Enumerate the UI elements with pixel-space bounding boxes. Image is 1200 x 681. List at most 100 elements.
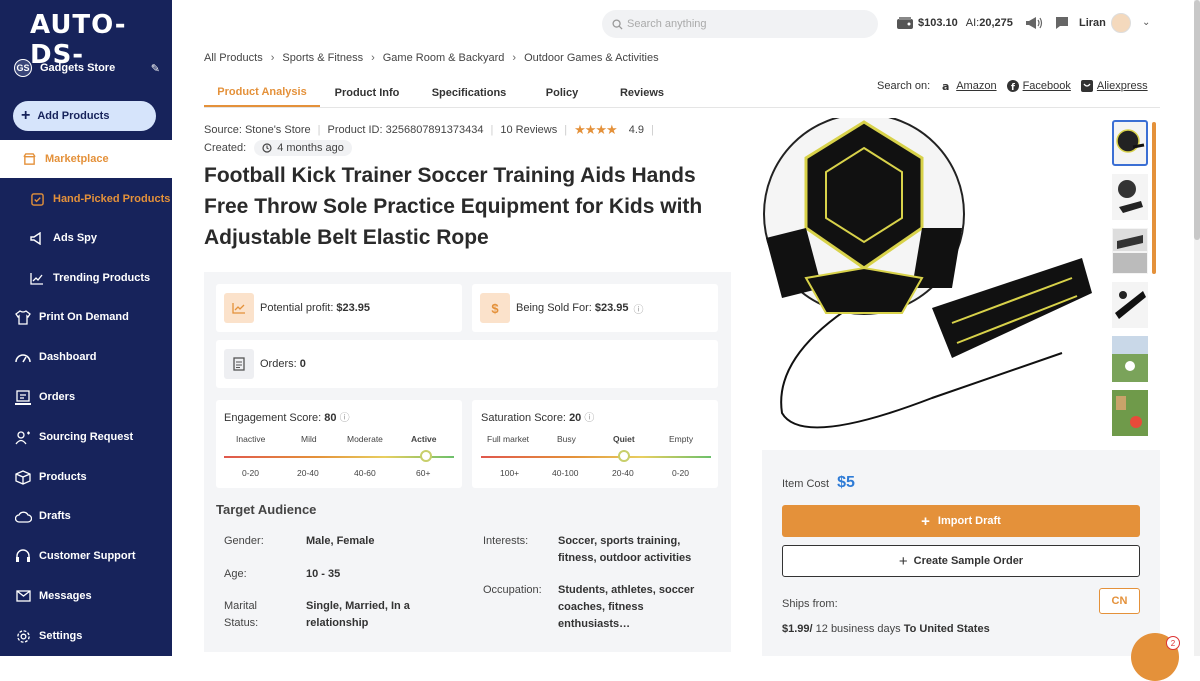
created-badge: 4 months ago	[254, 140, 352, 156]
amazon-link[interactable]: Amazon	[956, 80, 996, 92]
create-sample-order-button[interactable]: + Create Sample Order	[782, 545, 1140, 577]
divider: |	[564, 124, 568, 136]
saturation-score-value: 20	[569, 412, 582, 424]
divider: |	[317, 124, 321, 136]
envelope-icon	[14, 587, 32, 605]
sidebar-item-trending[interactable]: Trending Products	[0, 259, 172, 297]
saturation-level: Busy	[557, 434, 576, 444]
sidebar-item-orders[interactable]: Orders	[0, 378, 172, 416]
sidebar-item-hand-picked[interactable]: Hand-Picked Products	[0, 180, 172, 218]
aliexpress-icon	[1080, 80, 1093, 92]
saturation-level: Empty	[669, 434, 694, 444]
sidebar-item-settings[interactable]: Settings	[0, 617, 172, 655]
engagement-level: Inactive	[236, 434, 266, 444]
user-name[interactable]: Liran	[1079, 17, 1106, 29]
occupation-label: Occupation:	[483, 584, 542, 596]
age-value: 10 - 35	[306, 568, 341, 580]
tab-product-analysis[interactable]: Product Analysis	[204, 78, 320, 108]
ships-from-country-button[interactable]: CN	[1099, 588, 1140, 614]
saturation-level: Full market	[487, 434, 530, 444]
cloud-icon	[14, 507, 32, 525]
announcements-icon[interactable]	[1024, 15, 1044, 31]
wallet[interactable]: $103.10 AI: 20,275	[896, 16, 1013, 30]
product-image[interactable]	[762, 113, 1102, 440]
sidebar-item-label: Hand-Picked Products	[53, 193, 171, 205]
saturation-track	[481, 456, 711, 458]
sidebar-item-marketplace[interactable]: Marketplace	[0, 140, 172, 178]
sidebar-item-label: Trending Products	[53, 272, 151, 284]
store-name: Gadgets Store	[40, 62, 116, 74]
product-id: Product ID: 3256807891373434	[327, 124, 484, 136]
thumbnail-5[interactable]	[1112, 336, 1148, 382]
thumbnail-3[interactable]	[1112, 228, 1148, 274]
potential-profit-card: Potential profit: $23.95	[216, 284, 462, 332]
shipping-days: 12 business days	[812, 623, 904, 635]
breadcrumb-item[interactable]: All Products	[204, 52, 263, 64]
shirt-icon	[14, 308, 32, 326]
breadcrumb-item[interactable]: Game Room & Backyard	[383, 52, 505, 64]
sidebar-item-messages[interactable]: Messages	[0, 577, 172, 615]
thumbnail-6[interactable]	[1112, 390, 1148, 436]
item-cost-label: Item Cost	[782, 478, 830, 490]
sidebar-item-sourcing-request[interactable]: Sourcing Request	[0, 418, 172, 456]
help-icon[interactable]: ⓘ	[340, 413, 350, 424]
sourcing-icon	[14, 428, 32, 446]
page-scrollbar[interactable]	[1194, 0, 1200, 656]
engagement-slider-knob	[420, 450, 433, 462]
chat-icon[interactable]	[1054, 15, 1070, 31]
add-products-button[interactable]: + Add Products	[13, 101, 156, 131]
thumbnail-1[interactable]	[1112, 120, 1148, 166]
tab-specifications[interactable]: Specifications	[414, 78, 524, 108]
sidebar-item-label: Sourcing Request	[39, 431, 134, 443]
page-title: Football Kick Trainer Soccer Training Ai…	[204, 164, 703, 249]
avatar[interactable]	[1111, 13, 1131, 33]
pencil-icon[interactable]: ✎	[151, 62, 160, 75]
store-initials: GS	[14, 59, 32, 77]
megaphone-icon	[28, 229, 46, 247]
interests-value: Soccer, sports training, fitness, outdoo…	[558, 535, 692, 564]
sold-for-card: $ Being Sold For: $23.95 ⓘ	[472, 284, 718, 332]
sidebar-item-drafts[interactable]: Drafts	[0, 497, 172, 535]
top-bar: Search anything $103.10 AI: 20,275 Liran…	[172, 0, 1200, 46]
breadcrumb-item[interactable]: Outdoor Games & Activities	[524, 52, 659, 64]
saturation-range: 40-100	[552, 468, 579, 478]
help-icon[interactable]: ⓘ	[633, 301, 643, 316]
engagement-score-value: 80	[324, 412, 337, 424]
engagement-range: 20-40	[297, 468, 319, 478]
import-draft-button[interactable]: + Import Draft	[782, 505, 1140, 537]
breadcrumb-item[interactable]: Sports & Fitness	[282, 52, 363, 64]
sidebar-item-customer-support[interactable]: Customer Support	[0, 537, 172, 575]
product-reviews[interactable]: 10 Reviews	[500, 124, 557, 136]
aliexpress-link[interactable]: Aliexpress	[1097, 80, 1148, 92]
search-input[interactable]: Search anything	[627, 18, 707, 30]
chevron-down-icon[interactable]: ⌄	[1142, 17, 1150, 28]
saturation-score-card: Saturation Score: 20 ⓘ Full market Busy …	[472, 400, 718, 488]
sidebar-item-print-on-demand[interactable]: Print On Demand	[0, 298, 172, 336]
potential-profit-label: Potential profit:	[260, 302, 334, 314]
chevron-right-icon: ›	[371, 52, 375, 64]
sidebar-item-label: Print On Demand	[39, 311, 129, 323]
store-selector[interactable]: GS Gadgets Store ✎	[14, 59, 160, 77]
store-icon	[20, 150, 38, 168]
sidebar-item-dashboard[interactable]: Dashboard	[0, 338, 172, 376]
tab-product-info[interactable]: Product Info	[320, 78, 414, 108]
global-search[interactable]: Search anything	[602, 10, 878, 38]
engagement-score-title: Engagement Score: 80 ⓘ	[224, 409, 350, 424]
chart-icon	[224, 293, 254, 323]
facebook-link[interactable]: Facebook	[1023, 80, 1071, 92]
thumbnail-scrollbar[interactable]	[1152, 122, 1156, 274]
sold-for-value: $23.95	[594, 302, 629, 314]
saturation-level-quiet: Quiet	[613, 434, 635, 444]
saturation-score-title: Saturation Score: 20 ⓘ	[481, 409, 594, 424]
help-icon[interactable]: ⓘ	[584, 413, 594, 424]
thumbnail-4[interactable]	[1112, 282, 1148, 328]
sidebar-item-label: Orders	[39, 391, 76, 403]
sidebar-item-ads-spy[interactable]: Ads Spy	[0, 219, 172, 257]
sidebar-item-products[interactable]: Products	[0, 458, 172, 496]
tab-reviews[interactable]: Reviews	[600, 78, 684, 108]
thumbnail-2[interactable]	[1112, 174, 1148, 220]
tab-policy[interactable]: Policy	[524, 78, 600, 108]
gauge-icon	[14, 348, 32, 366]
product-source[interactable]: Source: Stone's Store	[204, 124, 311, 136]
scrollbar-thumb[interactable]	[1194, 0, 1200, 240]
